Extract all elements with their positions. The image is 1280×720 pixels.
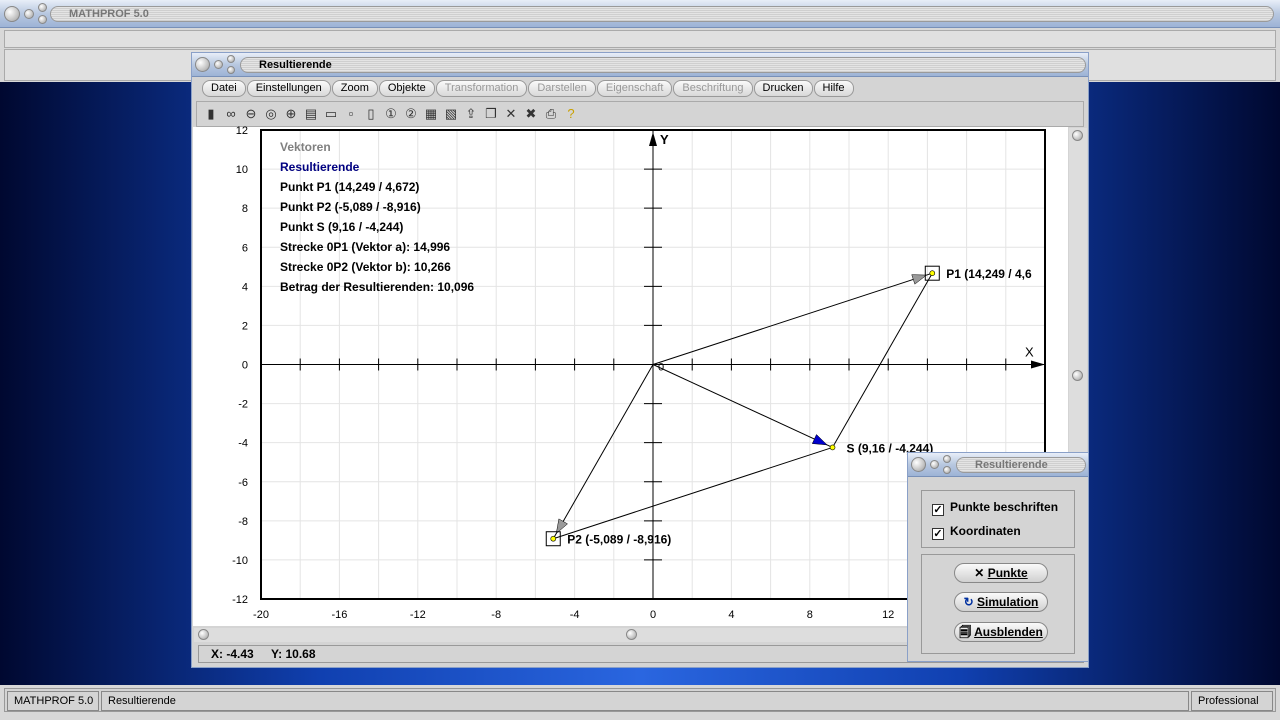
resultant-vector	[652, 364, 833, 448]
vector-a	[652, 272, 933, 365]
vector-a-arrowhead	[911, 274, 928, 285]
panel-maximize-button[interactable]	[943, 455, 951, 463]
points-icon: ✕	[974, 566, 988, 580]
y-tick-label: -8	[238, 516, 248, 528]
checkbox-koordinaten[interactable]: ✓ Koordinaten	[932, 524, 1021, 540]
hide-icon: 🗐	[959, 625, 975, 639]
simulation-button[interactable]: ↻ Simulation	[954, 592, 1048, 612]
parallelogram-side	[832, 272, 933, 448]
x-axis-label: X	[1025, 345, 1034, 360]
checkbox-punkte-beschriften[interactable]: ✓ Punkte beschriften	[932, 500, 1058, 516]
info-line: Punkt P1 (14,249 / 4,672)	[280, 180, 420, 194]
panel-minimize-button[interactable]	[930, 460, 939, 469]
y-axis-label: Y	[660, 132, 669, 147]
y-tick-label: -2	[238, 399, 248, 411]
info-heading: Vektoren	[280, 140, 331, 154]
point-s	[829, 444, 836, 451]
point-label-p1: P1 (14,249 / 4,6	[946, 267, 1032, 281]
x-tick-label: -20	[253, 609, 269, 621]
info-line: Punkt P2 (-5,089 / -8,916)	[280, 200, 421, 214]
y-tick-label: -4	[238, 438, 248, 450]
status-bar: MATHPROF 5.0 Resultierende Professional	[4, 688, 1276, 712]
y-tick-label: 12	[236, 125, 248, 137]
control-panel-window: Resultierende ✓ Punkte beschriften ✓ Koord…	[907, 452, 1089, 662]
x-tick-label: -8	[491, 609, 501, 621]
info-block: Vektoren Resultierende Punkt P1 (14,249 …	[280, 140, 474, 300]
info-subheading: Resultierende	[280, 160, 360, 174]
y-tick-label: 2	[242, 320, 248, 332]
resultant-arrowhead	[811, 434, 828, 446]
panel-close-button[interactable]	[943, 466, 951, 474]
x-tick-label: 8	[807, 609, 813, 621]
y-tick-label: 4	[242, 281, 248, 293]
x-tick-label: -16	[331, 609, 347, 621]
status-app: MATHPROF 5.0	[7, 691, 99, 711]
x-tick-label: -12	[410, 609, 426, 621]
check-icon: ✓	[932, 528, 944, 540]
info-line: Strecke 0P1 (Vektor a): 14,996	[280, 240, 451, 254]
y-tick-label: 6	[242, 242, 248, 254]
check-icon: ✓	[932, 504, 944, 516]
status-document: Resultierende	[101, 691, 1189, 711]
vector-b	[552, 364, 654, 539]
panel-menu-button[interactable]	[911, 457, 926, 472]
x-tick-label: -4	[570, 609, 580, 621]
y-tick-label: -10	[232, 555, 248, 567]
ausblenden-button[interactable]: 🗐 Ausblenden	[954, 622, 1048, 642]
y-tick-label: -12	[232, 594, 248, 606]
point-p1	[929, 270, 936, 277]
point-label-p2: P2 (-5,089 / -8,916)	[567, 533, 671, 547]
buttons-group: ✕ Punkte ↻ Simulation 🗐 Ausblenden	[921, 554, 1075, 654]
options-group: ✓ Punkte beschriften ✓ Koordinaten	[921, 490, 1075, 548]
y-axis-arrow	[649, 132, 657, 146]
y-tick-label: 0	[242, 360, 248, 372]
info-line: Punkt S (9,16 / -4,244)	[280, 220, 404, 234]
y-tick-label: 8	[242, 203, 248, 215]
refresh-icon: ↻	[963, 595, 978, 609]
status-edition: Professional	[1191, 691, 1273, 711]
x-tick-label: 12	[882, 609, 894, 621]
punkte-button[interactable]: ✕ Punkte	[954, 563, 1048, 583]
x-tick-label: 4	[728, 609, 734, 621]
y-tick-label: 10	[236, 164, 248, 176]
x-axis-arrow	[1031, 360, 1045, 369]
point-p2	[550, 535, 557, 542]
info-line: Betrag der Resultierenden: 10,096	[280, 280, 475, 294]
info-line: Strecke 0P2 (Vektor b): 10,266	[280, 260, 451, 274]
x-tick-label: 0	[650, 609, 656, 621]
panel-titlebar[interactable]: Resultierende	[908, 453, 1088, 477]
y-tick-label: -6	[238, 477, 248, 489]
panel-title: Resultierende	[956, 457, 1086, 473]
parallelogram-side	[553, 446, 833, 540]
